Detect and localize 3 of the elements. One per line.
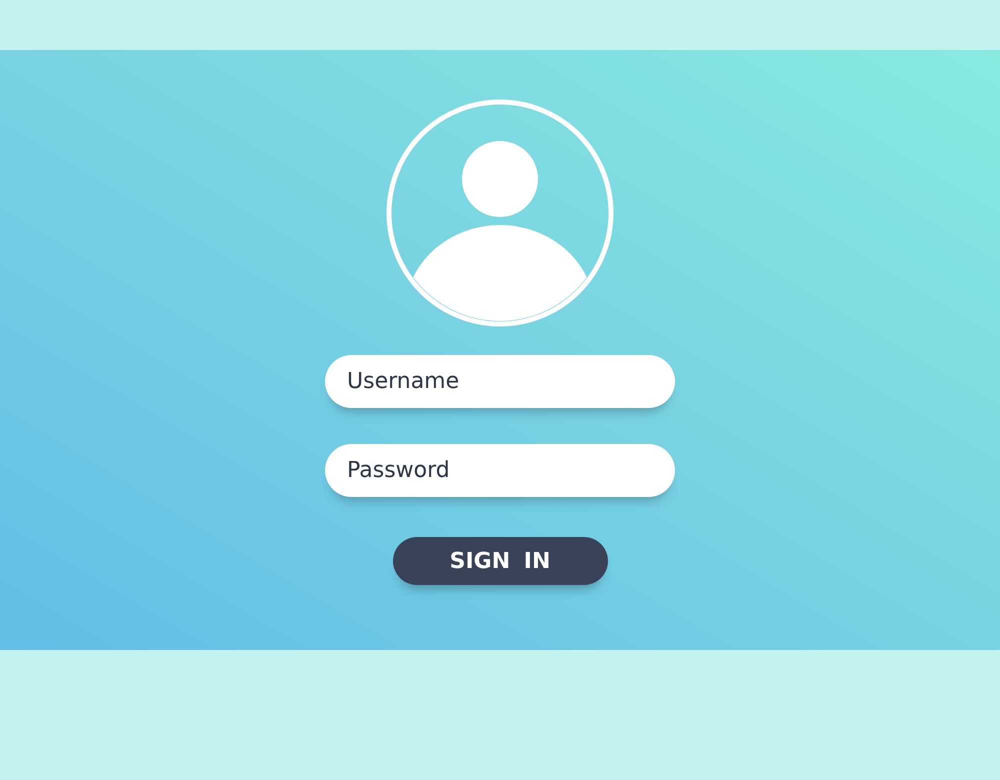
sign-in-button[interactable]: SIGN IN	[392, 537, 608, 585]
input-field[interactable]: Username	[325, 355, 675, 408]
input-field[interactable]: Password	[325, 444, 675, 497]
